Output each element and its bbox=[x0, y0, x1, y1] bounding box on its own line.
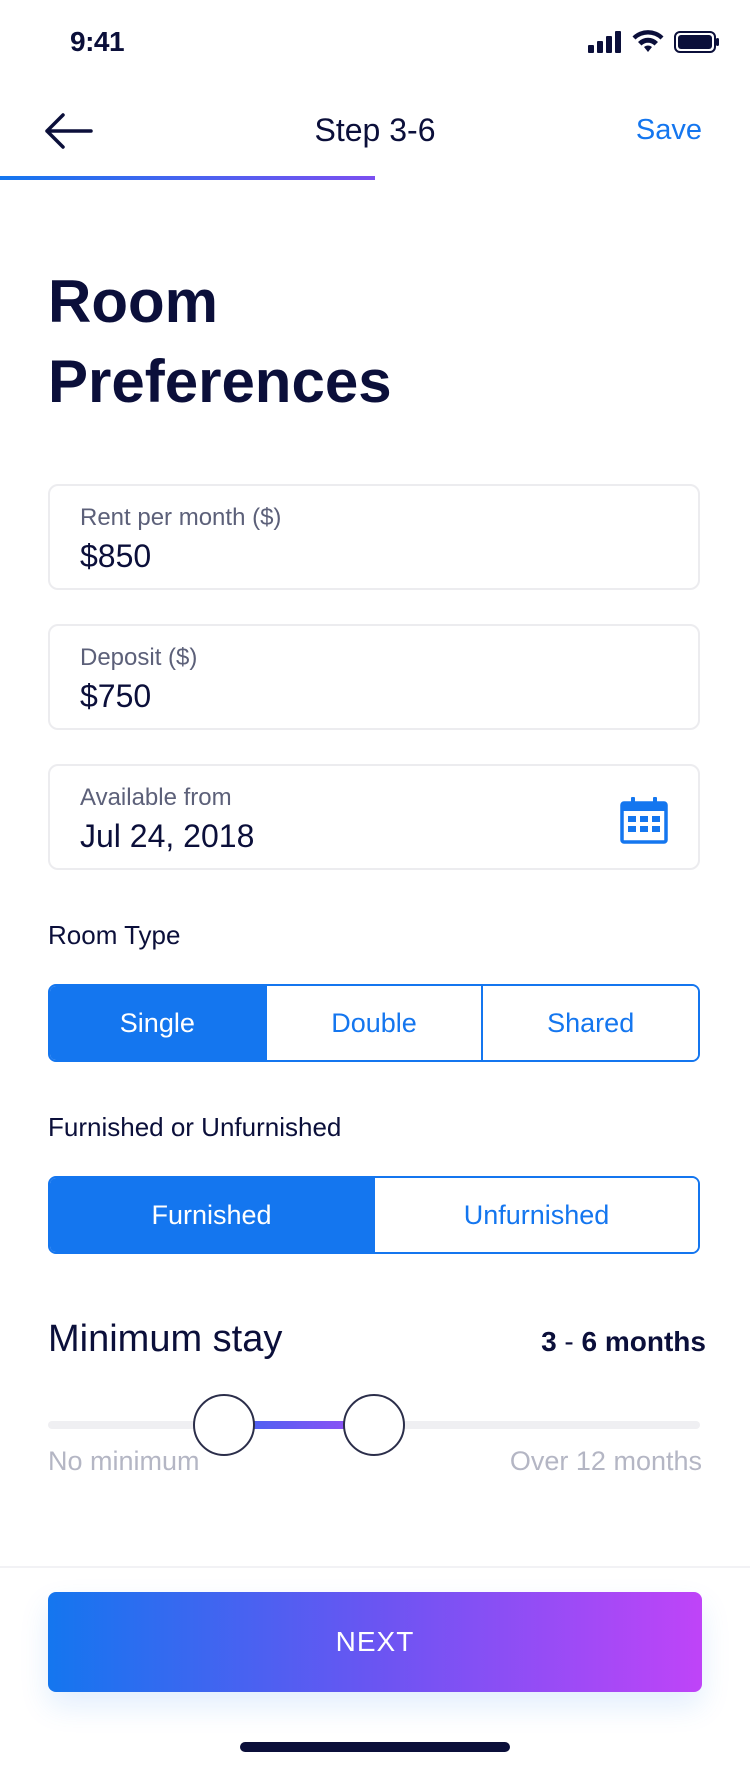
nav-bar: Step 3-6 Save bbox=[0, 88, 750, 176]
available-from-label: Available from bbox=[80, 784, 232, 811]
deposit-field-label: Deposit ($) bbox=[80, 644, 198, 671]
room-type-option-double[interactable]: Double bbox=[264, 986, 482, 1060]
furnishing-option-unfurnished[interactable]: Unfurnished bbox=[373, 1178, 698, 1252]
furnishing-selector: Furnished Unfurnished bbox=[48, 1176, 700, 1254]
status-icons bbox=[588, 30, 720, 54]
room-type-selector: Single Double Shared bbox=[48, 984, 700, 1062]
home-indicator bbox=[240, 1742, 510, 1752]
minimum-stay-label: Minimum stay bbox=[48, 1318, 283, 1360]
minimum-stay-high: 6 months bbox=[581, 1326, 706, 1357]
deposit-input[interactable] bbox=[80, 678, 580, 715]
save-button[interactable]: Save bbox=[636, 114, 702, 147]
minimum-stay-separator: - bbox=[556, 1326, 582, 1357]
furnishing-option-furnished[interactable]: Furnished bbox=[50, 1178, 373, 1252]
slider-handle-high[interactable] bbox=[343, 1394, 405, 1456]
deposit-field[interactable]: Deposit ($) bbox=[48, 624, 700, 730]
room-type-option-single[interactable]: Single bbox=[50, 986, 265, 1060]
room-type-option-shared[interactable]: Shared bbox=[481, 986, 698, 1060]
footer-divider bbox=[0, 1566, 750, 1568]
page-title: Room Preferences bbox=[48, 262, 668, 422]
page-title-line2: Preferences bbox=[48, 348, 392, 415]
rent-field[interactable]: Rent per month ($) bbox=[48, 484, 700, 590]
status-bar: 9:41 bbox=[0, 0, 750, 88]
rent-field-label: Rent per month ($) bbox=[80, 504, 282, 531]
signal-icon bbox=[588, 31, 621, 53]
slider-handle-low[interactable] bbox=[193, 1394, 256, 1456]
page-title-line1: Room bbox=[48, 268, 218, 335]
minimum-stay-value: 3 - 6 months bbox=[541, 1326, 706, 1358]
next-button[interactable]: NEXT bbox=[48, 1592, 702, 1692]
step-progress-fill bbox=[0, 176, 375, 180]
battery-icon bbox=[674, 31, 719, 53]
slider-min-label: No minimum bbox=[48, 1446, 200, 1476]
minimum-stay-low: 3 bbox=[541, 1326, 557, 1357]
calendar-icon[interactable] bbox=[620, 796, 668, 844]
step-progress-bar bbox=[0, 176, 750, 180]
room-type-label: Room Type bbox=[48, 920, 181, 950]
wifi-icon bbox=[632, 30, 664, 52]
slider-max-label: Over 12 months bbox=[509, 1446, 702, 1476]
status-time: 9:41 bbox=[70, 26, 125, 57]
rent-input[interactable] bbox=[80, 538, 580, 575]
furnishing-label: Furnished or Unfurnished bbox=[48, 1112, 342, 1142]
available-from-input[interactable] bbox=[80, 818, 580, 855]
available-from-field[interactable]: Available from bbox=[48, 764, 700, 870]
room-preferences-screen: 9:41 Step 3-6 Save Room Preferences Rent… bbox=[0, 0, 750, 1768]
